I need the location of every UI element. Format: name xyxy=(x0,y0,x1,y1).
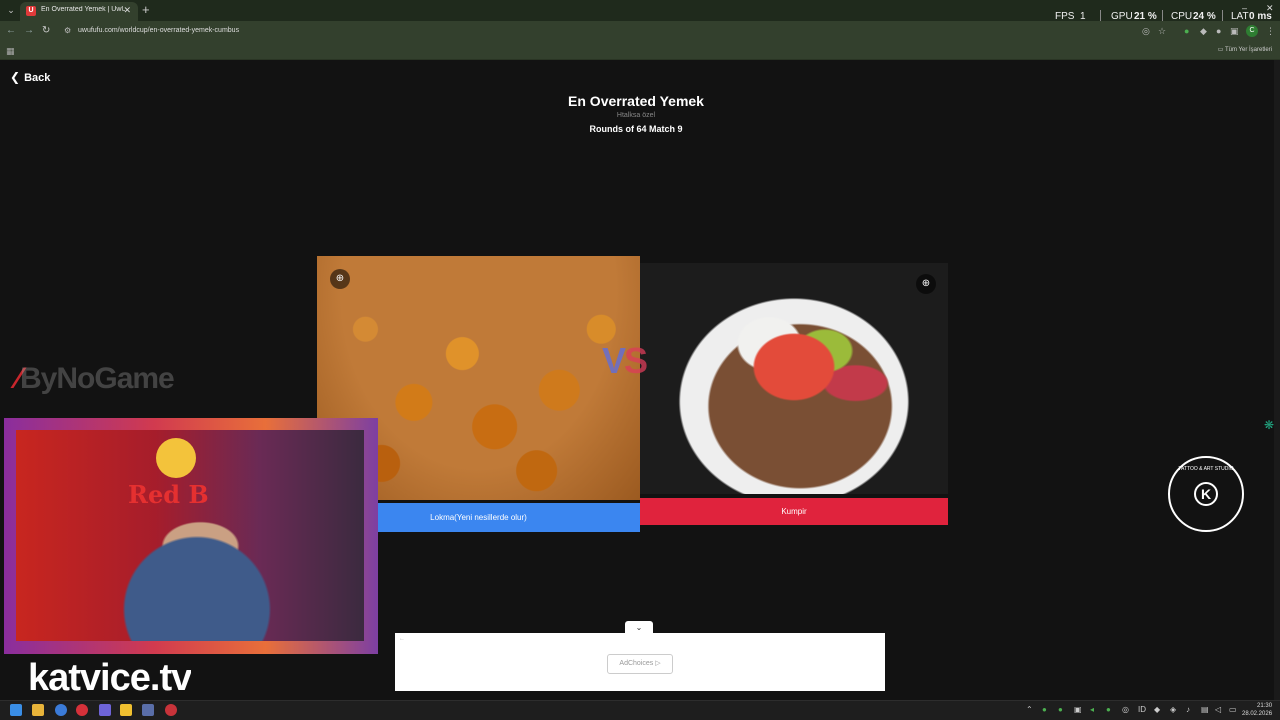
file-explorer-icon[interactable] xyxy=(32,704,44,716)
chevron-left-icon: ❮ xyxy=(10,70,21,84)
chrome-icon[interactable] xyxy=(55,704,67,716)
bookmarks-bar: ▦ ▭ Tüm Yer İşaretleri xyxy=(0,42,1280,60)
discord-icon[interactable] xyxy=(99,704,111,716)
bookmark-star-icon[interactable]: ☆ xyxy=(1158,26,1166,37)
vs-v: V xyxy=(602,340,626,381)
channel-watermark: katvice.tv xyxy=(28,658,192,699)
tray-expand-icon[interactable]: ⌃ xyxy=(1026,705,1033,714)
zoom-icon[interactable]: ⊕ xyxy=(330,269,350,289)
browser-menu-icon[interactable]: ⋮ xyxy=(1266,26,1275,37)
tray-app-icon[interactable]: ● xyxy=(1106,705,1111,714)
page-title: En Overrated Yemek xyxy=(568,93,704,109)
eye-off-icon[interactable]: ◎ xyxy=(1142,26,1150,37)
all-bookmarks-label: Tüm Yer İşaretleri xyxy=(1224,47,1272,53)
address-toolbar: ← → ↻ ⚙ uwufufu.com/worldcup/en-overrate… xyxy=(0,21,1280,42)
studio-ring-text: TATTOO & ART STUDIO xyxy=(1178,466,1234,472)
tab-search-chevron-icon[interactable]: ⌄ xyxy=(4,4,18,17)
browser-tab-strip: ⌄ U En Overrated Yemek | UwUFUFU ✕ + FPS… xyxy=(0,0,1280,24)
webcam-feed: Red B xyxy=(16,430,364,641)
forward-arrow-icon[interactable]: → xyxy=(24,25,34,36)
studio-letter: K xyxy=(1194,482,1218,506)
system-clock[interactable]: 21:30 28.02.2026 xyxy=(1242,702,1272,718)
round-indicator: Rounds of 64 Match 9 xyxy=(589,124,683,134)
right-choice-image[interactable]: ⊕ xyxy=(640,263,948,494)
app-icon[interactable] xyxy=(120,704,132,716)
browser-tab-active[interactable]: U En Overrated Yemek | UwUFUFU ✕ xyxy=(20,2,138,21)
back-arrow-icon[interactable]: ← xyxy=(6,25,16,36)
battery-icon[interactable]: ▭ xyxy=(1229,705,1237,714)
right-choice-button[interactable]: Kumpir xyxy=(640,498,948,525)
microphone-icon[interactable]: ♪ xyxy=(1186,705,1190,714)
ad-back-icon[interactable]: ← xyxy=(399,636,405,642)
tray-app-icon[interactable]: ● xyxy=(1058,705,1063,714)
tab-close-icon[interactable]: ✕ xyxy=(123,5,131,16)
settings-icon[interactable] xyxy=(142,704,154,716)
back-label: Back xyxy=(24,72,51,84)
network-icon[interactable]: ▤ xyxy=(1201,705,1209,714)
tray-app-icon[interactable]: ● xyxy=(1042,705,1047,714)
clock-time: 21:30 xyxy=(1257,703,1273,709)
webcam-overlay: Red B xyxy=(4,418,378,654)
profile-avatar[interactable]: C xyxy=(1246,25,1258,37)
ad-banner[interactable]: ← AdChoices ▷ xyxy=(395,633,885,691)
green-dot-extension-icon[interactable]: ● xyxy=(1216,26,1221,36)
chatgpt-extension-icon[interactable]: ❋ xyxy=(1262,418,1276,432)
studio-badge-logo: TATTOO & ART STUDIO K xyxy=(1168,456,1244,532)
vs-s: S xyxy=(624,340,648,381)
page-subtitle: Htalksa özel xyxy=(616,112,656,119)
windows-taskbar: ⌃ ● ● ▣ ◂ ● ◎ ID ◆ ◈ ♪ ▤ ◁ ▭ 21:30 28.02… xyxy=(0,700,1280,720)
minimize-icon[interactable]: – xyxy=(1242,3,1247,13)
page-scrollbar[interactable] xyxy=(1274,60,1280,700)
tray-app-icon[interactable]: ▣ xyxy=(1074,705,1082,714)
zoom-icon[interactable]: ⊕ xyxy=(916,274,936,294)
extension-icon[interactable]: ● xyxy=(1184,26,1189,36)
vs-label: VS xyxy=(602,340,648,382)
volume-icon[interactable]: ◁ xyxy=(1215,705,1221,714)
chrome-alt-icon[interactable] xyxy=(165,704,177,716)
extensions-puzzle-icon[interactable]: ▣ xyxy=(1230,26,1239,37)
adchoices-button[interactable]: AdChoices ▷ xyxy=(607,654,673,674)
reload-icon[interactable]: ↻ xyxy=(42,25,50,36)
tray-app-icon[interactable]: ID xyxy=(1138,705,1146,714)
tray-app-icon[interactable]: ◎ xyxy=(1122,705,1129,714)
start-menu-icon[interactable] xyxy=(10,704,22,716)
tray-app-icon[interactable]: ◈ xyxy=(1170,705,1176,714)
opera-icon[interactable] xyxy=(76,704,88,716)
tray-app-icon[interactable]: ◆ xyxy=(1154,705,1160,714)
tray-app-icon[interactable]: ◂ xyxy=(1090,705,1094,714)
apps-grid-icon[interactable]: ▦ xyxy=(6,46,15,57)
redbull-sign: Red B xyxy=(128,480,209,509)
close-window-icon[interactable]: ✕ xyxy=(1266,3,1274,14)
site-favicon-icon: U xyxy=(26,6,36,16)
clock-date: 28.02.2026 xyxy=(1242,711,1273,717)
all-bookmarks-link[interactable]: ▭ Tüm Yer İşaretleri xyxy=(1218,46,1272,53)
back-button[interactable]: ❮ Back xyxy=(10,70,50,84)
tab-title: En Overrated Yemek | UwUFUFU xyxy=(41,6,125,13)
shield-extension-icon[interactable]: ◆ xyxy=(1200,26,1207,37)
url-field[interactable]: uwufufu.com/worldcup/en-overrated-yemek-… xyxy=(78,27,239,34)
sponsor-name: ByNoGame xyxy=(20,362,175,395)
new-tab-button[interactable]: + xyxy=(142,2,150,17)
redbull-sun-icon xyxy=(156,438,196,478)
site-info-icon[interactable]: ⚙ xyxy=(64,26,71,35)
sponsor-logo: ⁄ByNoGame xyxy=(16,362,175,396)
